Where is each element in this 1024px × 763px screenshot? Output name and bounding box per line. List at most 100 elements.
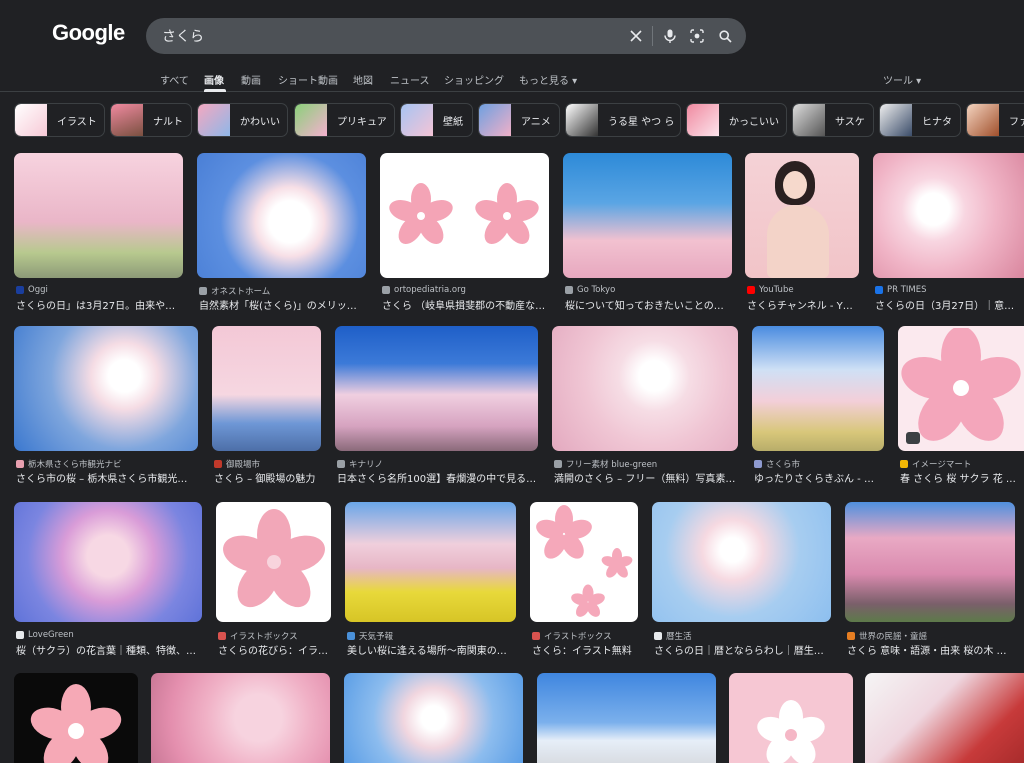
google-logo[interactable]: Google	[52, 20, 125, 46]
tab-images[interactable]: 画像	[204, 72, 224, 87]
chip-kakkoii[interactable]: かっこいい	[686, 103, 787, 137]
chip-label: ナルト	[153, 116, 183, 128]
result-image[interactable]	[380, 153, 549, 278]
chip-label: かわいい	[240, 116, 280, 128]
result-caption[interactable]: さくらの花びら：イラ…	[218, 642, 331, 657]
result-source[interactable]: ortopediatria.org	[382, 285, 549, 295]
tab-more[interactable]: もっと見る ▾	[519, 72, 577, 87]
result-image[interactable]	[552, 326, 738, 451]
result-caption[interactable]: さくら （岐阜県揖斐郡の不動産な…	[382, 297, 549, 312]
result-caption[interactable]: 日本さくら名所100選】春爛漫の中で見る…	[337, 470, 538, 485]
chip-urusei-yatsura[interactable]: うる星 やつ ら	[565, 103, 681, 137]
tools-button[interactable]: ツール ▾	[883, 72, 921, 87]
result-caption[interactable]: さくら 意味・語源・由来 桜の木 …	[847, 642, 1015, 657]
result-image[interactable]	[652, 502, 831, 622]
favicon	[847, 632, 855, 640]
result-source[interactable]: イラストボックス	[218, 630, 331, 642]
tab-shopping[interactable]: ショッピング	[444, 72, 504, 87]
result-caption[interactable]: 桜（サクラ）の花言葉｜種類、特徴、…	[16, 642, 202, 657]
result-image[interactable]	[745, 153, 859, 278]
result-caption[interactable]: さくらの日」は3月27日。由来や…	[16, 297, 183, 312]
search-box[interactable]	[146, 18, 746, 54]
result-source[interactable]: フリー素材 blue-green	[554, 458, 738, 470]
result-caption[interactable]: 桜について知っておきたいことの…	[565, 297, 732, 312]
lens-icon[interactable]	[688, 27, 706, 45]
result-source[interactable]: 世界の民謡・童謡	[847, 630, 1015, 642]
result-image[interactable]	[865, 673, 1024, 763]
result-caption[interactable]: 満開のさくら – フリー（無料）写真素…	[554, 470, 738, 485]
result-caption[interactable]: さくらの日｜暦となららわし｜暦生活 …	[654, 642, 831, 657]
result-source[interactable]: イラストボックス	[532, 630, 638, 642]
microphone-icon[interactable]	[661, 27, 679, 45]
favicon	[214, 460, 222, 468]
result-image[interactable]	[845, 502, 1015, 622]
chip-label: うる星 やつ ら	[608, 116, 675, 128]
result-caption[interactable]: さくらの日（3月27日）｜意味や由	[875, 297, 1024, 312]
tab-videos[interactable]: 動画	[241, 72, 261, 87]
result-image[interactable]	[752, 326, 884, 451]
result-source[interactable]: LoveGreen	[16, 630, 202, 640]
result-image[interactable]	[873, 153, 1024, 278]
source-name: フリー素材 blue-green	[566, 460, 658, 470]
chip-fa[interactable]: ファ	[966, 103, 1024, 137]
result-caption[interactable]: さくら – 御殿場の魅力	[214, 470, 321, 485]
sakura-petal-illustration	[601, 548, 633, 578]
tab-maps[interactable]: 地図	[353, 72, 373, 87]
tab-news[interactable]: ニュース	[390, 72, 430, 87]
result-source[interactable]: さくら市	[754, 458, 884, 470]
sakura-petal-illustration	[30, 684, 122, 763]
result-source[interactable]: Oggi	[16, 285, 183, 295]
chip-illust[interactable]: イラスト	[14, 103, 105, 137]
clear-icon[interactable]	[627, 27, 645, 45]
tab-active-indicator	[204, 89, 226, 92]
result-image[interactable]	[212, 326, 321, 451]
result-source[interactable]: YouTube	[747, 285, 859, 295]
result-image[interactable]	[530, 502, 638, 622]
chip-wallpaper[interactable]: 壁紙	[400, 103, 473, 137]
search-tabs: すべて 画像 動画 ショート動画 地図 ニュース ショッピング もっと見る ▾ …	[0, 64, 1024, 92]
result-caption[interactable]: さくら：イラスト無料	[532, 642, 638, 657]
result-source[interactable]: PR TIMES	[875, 285, 1024, 295]
result-image[interactable]	[563, 153, 732, 278]
chip-sasuke[interactable]: サスケ	[792, 103, 874, 137]
result-source[interactable]: 天気予報	[347, 630, 516, 642]
chip-thumbnail	[198, 104, 230, 136]
result-source[interactable]: 暦生活	[654, 630, 831, 642]
result-image[interactable]	[898, 326, 1024, 451]
result-caption[interactable]: ゆったりさくらきぶん - …	[754, 470, 884, 485]
result-image[interactable]	[197, 153, 366, 278]
result-source[interactable]: オネストホーム	[199, 285, 366, 297]
result-source[interactable]: キナリノ	[337, 458, 538, 470]
result-image[interactable]	[335, 326, 538, 451]
chip-precure[interactable]: プリキュア	[294, 103, 395, 137]
sakura-petal-illustration	[901, 328, 1021, 441]
chip-hinata[interactable]: ヒナタ	[879, 103, 961, 137]
result-image[interactable]	[537, 673, 716, 763]
chip-anime[interactable]: アニメ	[478, 103, 560, 137]
result-caption[interactable]: 春 さくら 桜 サクラ 花 水…	[900, 470, 1024, 485]
result-caption[interactable]: さくら市の桜 – 栃木県さくら市観光…	[16, 470, 198, 485]
result-source[interactable]: 御殿場市	[214, 458, 321, 470]
result-caption[interactable]: 自然素材「桜(さくら)」のメリッ…	[199, 297, 366, 312]
search-input[interactable]	[162, 18, 602, 54]
result-image[interactable]	[216, 502, 331, 622]
tab-all[interactable]: すべて	[160, 72, 189, 87]
chip-naruto[interactable]: ナルト	[110, 103, 192, 137]
result-image[interactable]	[345, 502, 516, 622]
result-caption[interactable]: 美しい桜に逢える場所〜南関東の…	[347, 642, 516, 657]
result-caption[interactable]: さくらチャンネル - Y…	[747, 297, 859, 312]
result-image[interactable]	[344, 673, 523, 763]
result-image[interactable]	[14, 153, 183, 278]
search-icon[interactable]	[716, 27, 734, 45]
result-image[interactable]	[14, 502, 202, 622]
result-source[interactable]: イメージマート	[900, 458, 1024, 470]
result-source[interactable]: 栃木県さくら市観光ナビ	[16, 458, 198, 470]
tab-short-videos[interactable]: ショート動画	[278, 72, 338, 87]
source-name: 天気予報	[359, 632, 394, 642]
result-image[interactable]	[14, 326, 198, 451]
chip-kawaii[interactable]: かわいい	[197, 103, 288, 137]
result-image[interactable]	[729, 673, 853, 763]
result-image[interactable]	[151, 673, 330, 763]
result-source[interactable]: Go Tokyo	[565, 285, 732, 295]
result-image[interactable]	[14, 673, 138, 763]
